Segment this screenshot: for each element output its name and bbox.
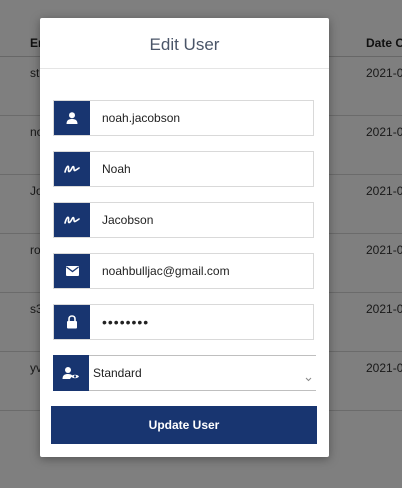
envelope-icon <box>54 254 90 288</box>
edit-user-modal: Edit User noah.jacobson Noah Jacobson no… <box>40 18 329 457</box>
role-select-value: Standard <box>93 366 142 380</box>
first-name-input[interactable]: Noah <box>102 152 131 186</box>
signature-icon <box>54 152 90 186</box>
password-field[interactable]: •••••••• <box>53 304 314 340</box>
role-select[interactable]: Standard <box>53 355 316 391</box>
username-field[interactable]: noah.jacobson <box>53 100 314 136</box>
password-input[interactable]: •••••••• <box>102 305 149 339</box>
user-icon <box>54 101 90 135</box>
email-input[interactable]: noahbulljac@gmail.com <box>102 254 230 288</box>
user-eye-icon <box>53 355 89 391</box>
last-name-input[interactable]: Jacobson <box>102 203 153 237</box>
lock-icon <box>54 305 90 339</box>
last-name-field[interactable]: Jacobson <box>53 202 314 238</box>
username-input[interactable]: noah.jacobson <box>102 101 180 135</box>
update-user-button[interactable]: Update User <box>51 406 317 444</box>
chevron-down-icon[interactable] <box>305 369 312 387</box>
modal-title: Edit User <box>149 35 220 54</box>
first-name-field[interactable]: Noah <box>53 151 314 187</box>
signature-icon <box>54 203 90 237</box>
email-field[interactable]: noahbulljac@gmail.com <box>53 253 314 289</box>
modal-divider <box>40 68 329 69</box>
